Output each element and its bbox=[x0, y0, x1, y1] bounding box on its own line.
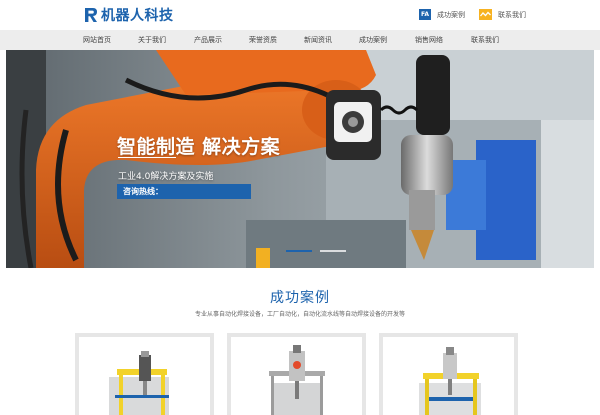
nav-item-home[interactable]: 网站首页 bbox=[83, 30, 111, 50]
nav-item-contact[interactable]: 联系我们 bbox=[471, 30, 499, 50]
case-image-1 bbox=[79, 337, 210, 415]
top-link-cases[interactable]: FA 成功案例 bbox=[419, 9, 465, 20]
hero-banner[interactable]: 智能制造 解决方案 工业4.0解决方案及实施 咨询热线： bbox=[6, 50, 594, 268]
robot-welding-photo bbox=[6, 50, 594, 268]
hotline-bar[interactable]: 咨询热线： bbox=[117, 184, 251, 199]
banner-subtitle: 工业4.0解决方案及实施 bbox=[118, 172, 214, 182]
slider-dot-2[interactable] bbox=[320, 250, 346, 252]
case-card-3[interactable] bbox=[379, 333, 518, 415]
main-nav: 网站首页 关于我们 产品展示 荣誉资质 新闻资讯 成功案例 销售网络 联系我们 bbox=[0, 30, 600, 50]
top-link-contact[interactable]: 联系我们 bbox=[479, 9, 526, 20]
top-link-contact-label: 联系我们 bbox=[498, 10, 526, 19]
nav-item-products[interactable]: 产品展示 bbox=[194, 30, 222, 50]
banner-divider bbox=[118, 157, 176, 158]
nav-item-cases[interactable]: 成功案例 bbox=[359, 30, 387, 50]
case-card-2[interactable] bbox=[227, 333, 366, 415]
nav-item-honors[interactable]: 荣誉资质 bbox=[249, 30, 277, 50]
cases-section-subtitle: 专业从事自动化焊接设备，工厂自动化，自动化流水线等自动焊接设备的开发等 bbox=[194, 311, 405, 318]
cases-section-title: 成功案例 bbox=[270, 290, 330, 306]
case-image-3 bbox=[383, 337, 514, 415]
slider-dots bbox=[286, 250, 354, 252]
wave-badge-icon bbox=[479, 9, 492, 20]
nav-item-sales[interactable]: 销售网络 bbox=[415, 30, 443, 50]
logo-text: 机器人科技 bbox=[101, 8, 174, 24]
case-image-2 bbox=[231, 337, 362, 415]
top-links: FA 成功案例 联系我们 bbox=[405, 9, 526, 20]
logo[interactable]: 机器人科技 bbox=[84, 6, 174, 24]
slider-dot-1[interactable] bbox=[286, 250, 312, 252]
top-link-cases-label: 成功案例 bbox=[437, 10, 465, 19]
nav-item-news[interactable]: 新闻资讯 bbox=[304, 30, 332, 50]
banner-title: 智能制造 解决方案 bbox=[117, 136, 281, 158]
top-header: 机器人科技 FA 成功案例 联系我们 bbox=[0, 0, 600, 30]
fa-badge-icon: FA bbox=[419, 9, 431, 20]
nav-item-about[interactable]: 关于我们 bbox=[138, 30, 166, 50]
case-card-1[interactable] bbox=[75, 333, 214, 415]
r-logo-icon bbox=[84, 7, 98, 23]
